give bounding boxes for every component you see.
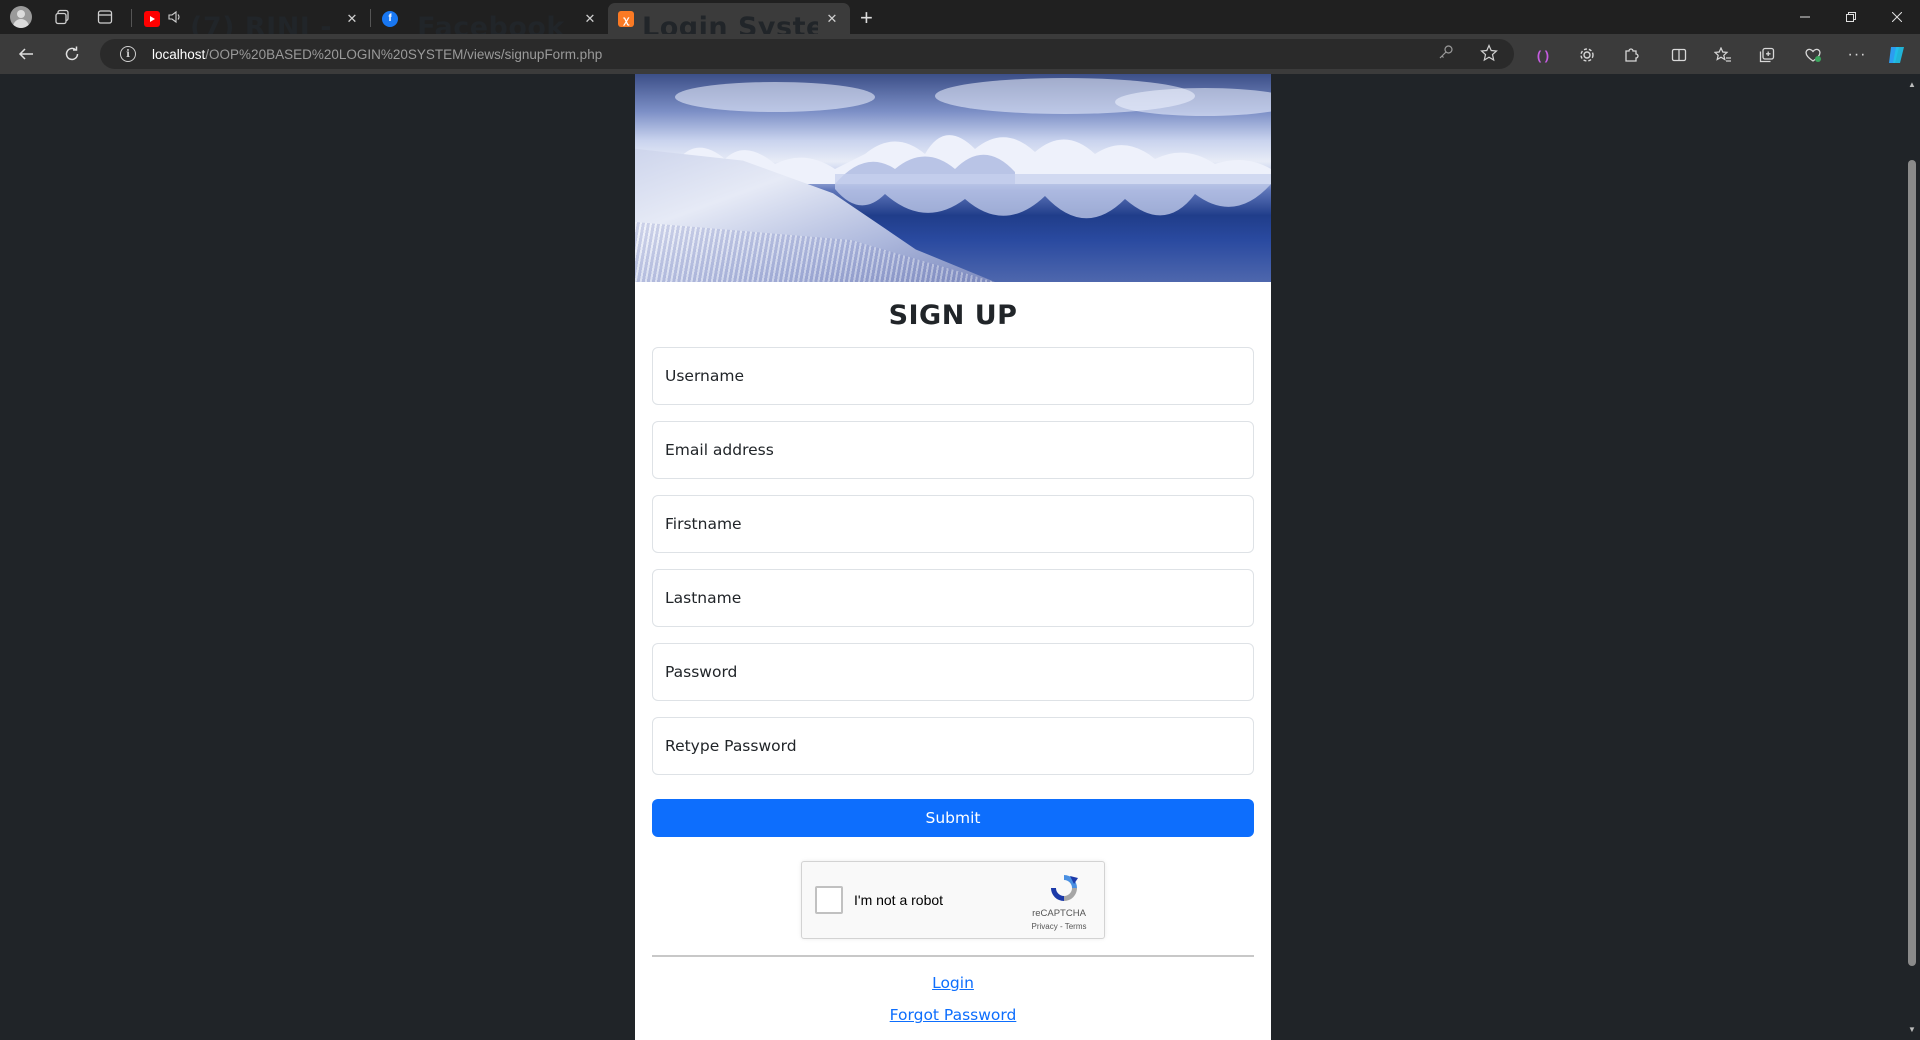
login-link[interactable]: Login bbox=[932, 974, 974, 992]
email-input[interactable] bbox=[652, 421, 1254, 479]
page-title: SIGN UP bbox=[888, 300, 1018, 331]
tab-login-system[interactable]: ꭓ Login System ✕ bbox=[608, 3, 850, 43]
hero-lake-image bbox=[635, 74, 1271, 282]
url-path: /OOP%20BASED%20LOGIN%20SYSTEM/views/sign… bbox=[205, 46, 603, 62]
browser-toolbar: i localhost/OOP%20BASED%20LOGIN%20SYSTEM… bbox=[0, 34, 1920, 74]
youtube-icon bbox=[144, 10, 160, 27]
browser-essentials-icon[interactable] bbox=[1802, 44, 1824, 66]
page-scrollbar[interactable]: ▲ ▼ bbox=[1904, 74, 1920, 1040]
facebook-icon: f bbox=[382, 10, 398, 27]
tab-youtube[interactable]: (7) RINI - My Favourite Cloth ✕ bbox=[134, 3, 370, 43]
firstname-input[interactable] bbox=[652, 495, 1254, 553]
url-host: localhost bbox=[152, 46, 206, 62]
site-info-icon[interactable]: i bbox=[120, 46, 136, 62]
tab-separator bbox=[131, 9, 132, 27]
favorite-star-icon[interactable] bbox=[1480, 44, 1498, 67]
retype-password-input[interactable] bbox=[652, 717, 1254, 775]
scroll-down-arrow-icon[interactable]: ▼ bbox=[1908, 1025, 1916, 1034]
extension-gear-icon[interactable] bbox=[1576, 44, 1598, 66]
key-icon[interactable] bbox=[1438, 44, 1454, 65]
forgot-password-link-row: Forgot Password bbox=[635, 1006, 1271, 1024]
minimize-icon[interactable] bbox=[1782, 0, 1828, 34]
xampp-icon: ꭓ bbox=[618, 10, 634, 27]
recaptcha-widget: I'm not a robot reCAPTCHA Privacy - Term… bbox=[801, 861, 1105, 939]
workspaces-icon[interactable] bbox=[52, 6, 74, 28]
restore-icon[interactable] bbox=[1828, 0, 1874, 34]
split-screen-icon[interactable] bbox=[1668, 44, 1690, 66]
copilot-icon[interactable] bbox=[1886, 44, 1908, 66]
submit-button[interactable]: Submit bbox=[652, 799, 1254, 837]
back-arrow-icon[interactable] bbox=[14, 42, 38, 66]
close-window-icon[interactable] bbox=[1874, 0, 1920, 34]
signup-card: SIGN UP Submit I'm not a robot reCAPTCHA… bbox=[635, 74, 1271, 1040]
favorites-icon[interactable] bbox=[1712, 44, 1734, 66]
signup-form bbox=[652, 347, 1254, 791]
recaptcha-privacy-terms[interactable]: Privacy - Terms bbox=[1016, 922, 1102, 931]
scroll-thumb[interactable] bbox=[1908, 160, 1916, 966]
extensions-puzzle-icon[interactable] bbox=[1620, 44, 1642, 66]
profile-avatar-icon[interactable] bbox=[10, 6, 32, 28]
tab-close-icon[interactable]: ✕ bbox=[824, 11, 840, 27]
password-input[interactable] bbox=[652, 643, 1254, 701]
recaptcha-label: I'm not a robot bbox=[854, 892, 944, 908]
collections-icon[interactable] bbox=[1756, 44, 1778, 66]
login-link-row: Login bbox=[635, 974, 1271, 992]
tab-close-icon[interactable]: ✕ bbox=[582, 11, 598, 27]
recaptcha-brand: reCAPTCHA bbox=[1032, 908, 1086, 919]
vertical-tabs-icon[interactable] bbox=[94, 6, 116, 28]
username-input[interactable] bbox=[652, 347, 1254, 405]
scroll-up-arrow-icon[interactable]: ▲ bbox=[1908, 80, 1916, 89]
tab-separator bbox=[370, 9, 371, 27]
forgot-password-link[interactable]: Forgot Password bbox=[890, 1006, 1017, 1024]
audio-playing-icon[interactable] bbox=[168, 10, 182, 27]
divider bbox=[652, 955, 1254, 957]
page-viewport: SIGN UP Submit I'm not a robot reCAPTCHA… bbox=[0, 74, 1920, 1040]
tab-facebook[interactable]: f Facebook ✕ bbox=[372, 3, 608, 43]
more-options-icon[interactable]: ··· bbox=[1846, 44, 1868, 66]
extension-brackets-icon[interactable]: ( ) bbox=[1532, 44, 1554, 66]
tab-close-icon[interactable]: ✕ bbox=[344, 11, 360, 27]
reload-icon[interactable] bbox=[60, 42, 84, 66]
new-tab-icon[interactable]: + bbox=[860, 5, 873, 31]
lastname-input[interactable] bbox=[652, 569, 1254, 627]
recaptcha-logo-icon bbox=[1051, 875, 1078, 901]
address-bar[interactable]: i localhost/OOP%20BASED%20LOGIN%20SYSTEM… bbox=[100, 39, 1514, 69]
url-text[interactable]: localhost/OOP%20BASED%20LOGIN%20SYSTEM/v… bbox=[152, 47, 602, 62]
recaptcha-checkbox[interactable] bbox=[815, 886, 843, 914]
browser-tabstrip: (7) RINI - My Favourite Cloth ✕ f Facebo… bbox=[0, 0, 1920, 43]
